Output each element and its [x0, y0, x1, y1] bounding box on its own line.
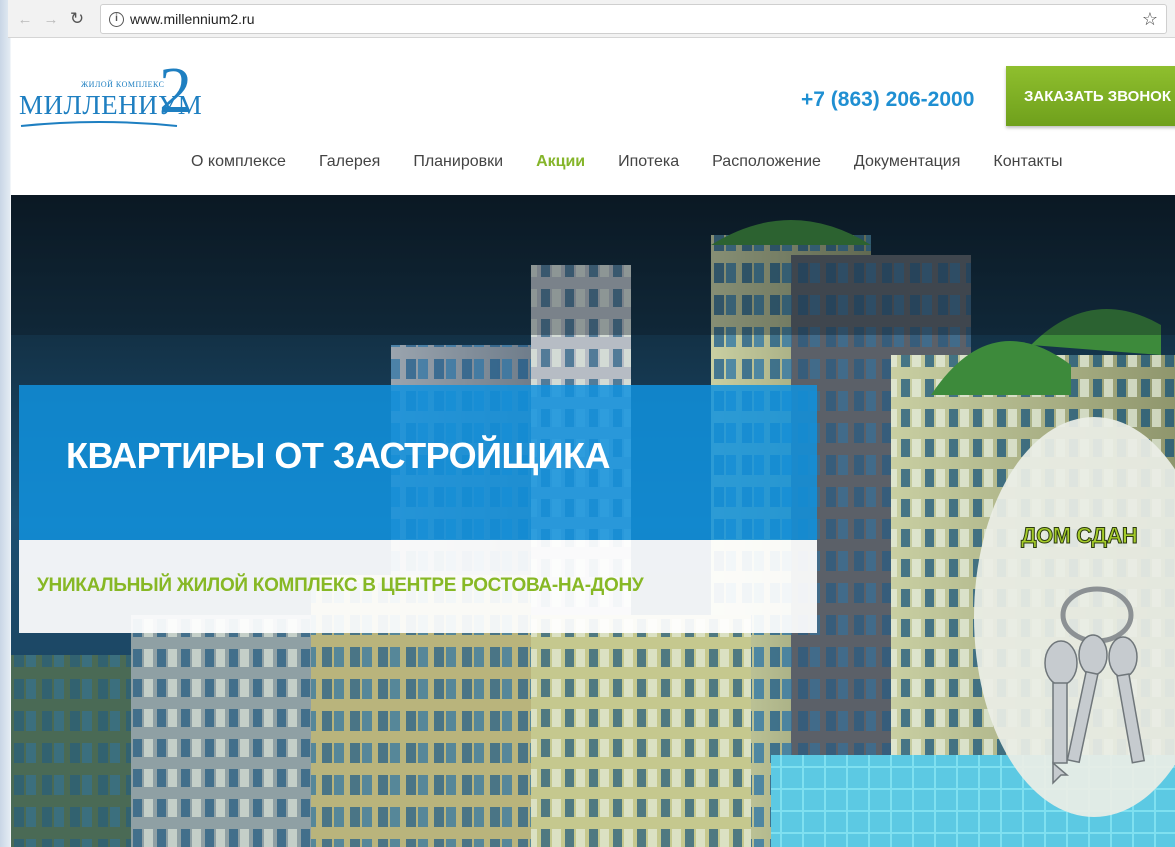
browser-toolbar: ← → ↻ i www.millennium2.ru ☆: [8, 0, 1175, 38]
logo-subtitle: ЖИЛОЙ КОМПЛЕКС: [81, 80, 165, 89]
menu-item-promotions[interactable]: Акции: [536, 153, 585, 171]
menu-item-mortgage[interactable]: Ипотека: [618, 153, 679, 171]
forward-icon[interactable]: →: [40, 8, 62, 30]
keys-icon: [1044, 586, 1146, 785]
hero-subtitle: УНИКАЛЬНЫЙ ЖИЛОЙ КОМПЛЕКС В ЦЕНТРЕ РОСТО…: [37, 575, 644, 596]
logo-swoosh-icon: [20, 121, 178, 127]
hero-banner: КВАРТИРЫ ОТ ЗАСТРОЙЩИКА УНИКАЛЬНЫЙ ЖИЛОЙ…: [11, 195, 1175, 847]
phone-number[interactable]: +7 (863) 206-2000: [801, 88, 974, 112]
menu-item-location[interactable]: Расположение: [712, 153, 821, 171]
url-text: www.millennium2.ru: [130, 11, 255, 27]
hero-title: КВАРТИРЫ ОТ ЗАСТРОЙЩИКА: [66, 435, 611, 476]
hero-title-panel: КВАРТИРЫ ОТ ЗАСТРОЙЩИКА: [19, 385, 817, 540]
menu-item-about[interactable]: О комплексе: [191, 153, 286, 171]
logo-number: 2: [159, 54, 192, 127]
info-icon[interactable]: i: [109, 11, 124, 27]
callback-button[interactable]: ЗАКАЗАТЬ ЗВОНОК: [1006, 66, 1175, 126]
badge-text: ДОМ СДАН: [1020, 523, 1138, 549]
address-bar[interactable]: i www.millennium2.ru ☆: [100, 4, 1167, 34]
hero-subtitle-panel: УНИКАЛЬНЫЙ ЖИЛОЙ КОМПЛЕКС В ЦЕНТРЕ РОСТО…: [19, 540, 817, 633]
logo[interactable]: ЖИЛОЙ КОМПЛЕКС МИЛЛЕНИУМ 2: [19, 54, 202, 128]
menu-item-documents[interactable]: Документация: [854, 153, 960, 171]
website: ЖИЛОЙ КОМПЛЕКС МИЛЛЕНИУМ 2 +7 (863) 206-…: [11, 38, 1175, 847]
main-menu: О комплексе Галерея Планировки Акции Ипо…: [191, 153, 1096, 171]
menu-item-layouts[interactable]: Планировки: [413, 153, 503, 171]
bookmark-star-icon[interactable]: ☆: [1142, 9, 1158, 30]
reload-icon[interactable]: ↻: [66, 8, 88, 30]
menu-item-contacts[interactable]: Контакты: [993, 153, 1062, 171]
menu-item-gallery[interactable]: Галерея: [319, 153, 380, 171]
back-icon[interactable]: ←: [14, 8, 36, 30]
